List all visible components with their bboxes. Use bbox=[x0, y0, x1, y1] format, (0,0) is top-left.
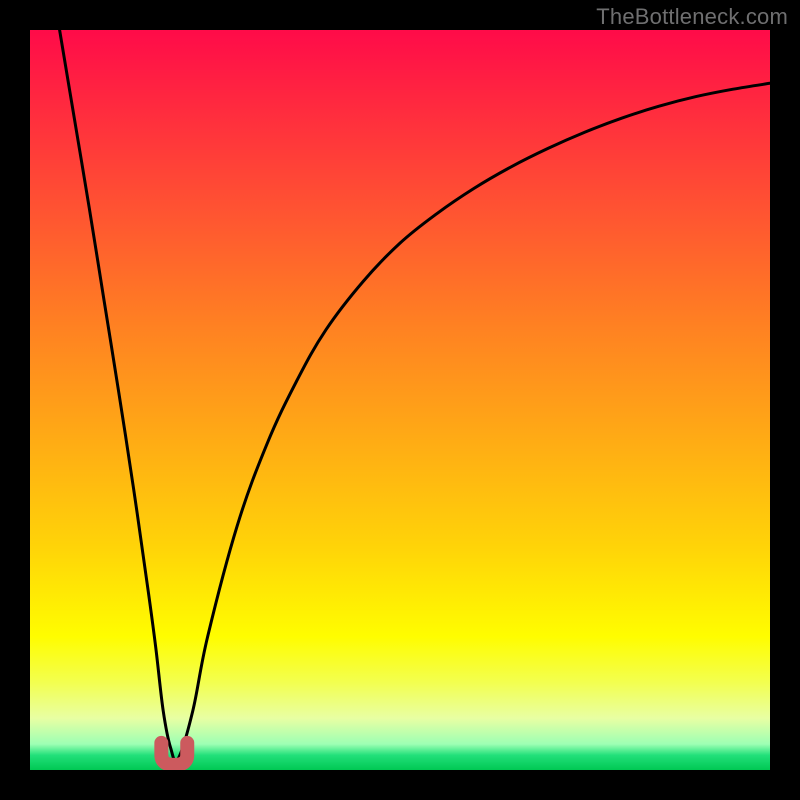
chart-frame: TheBottleneck.com bbox=[0, 0, 800, 800]
chart-svg bbox=[30, 30, 770, 770]
watermark-text: TheBottleneck.com bbox=[596, 4, 788, 30]
plot-area bbox=[30, 30, 770, 770]
bottleneck-curve bbox=[60, 30, 770, 761]
minimum-marker bbox=[161, 743, 187, 765]
